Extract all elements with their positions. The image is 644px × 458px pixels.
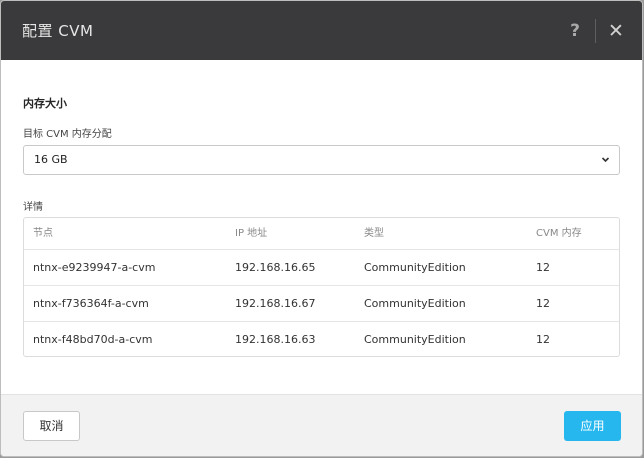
memory-size-select[interactable]: 16 GB: [23, 145, 620, 175]
table-row: ntnx-f48bd70d-a-cvm 192.168.16.63 Commun…: [24, 322, 619, 358]
dialog-header: 配置 CVM ? ✕: [1, 1, 642, 60]
cancel-button[interactable]: 取消: [23, 411, 80, 441]
node-name-cell: ntnx-e9239947-a-cvm: [33, 261, 156, 274]
table-row: ntnx-e9239947-a-cvm 192.168.16.65 Commun…: [24, 250, 619, 286]
target-memory-label: 目标 CVM 内存分配: [23, 129, 112, 140]
type-cell: CommunityEdition: [364, 297, 466, 310]
table-header-row: 节点 IP 地址 类型 CVM 内存: [24, 218, 619, 250]
apply-button[interactable]: 应用: [564, 411, 621, 441]
column-header-cvm-memory: CVM 内存: [536, 228, 582, 239]
table-row: ntnx-f736364f-a-cvm 192.168.16.67 Commun…: [24, 286, 619, 322]
memory-section-title: 内存大小: [23, 97, 67, 110]
type-cell: CommunityEdition: [364, 261, 466, 274]
dialog-title: 配置 CVM: [22, 22, 94, 40]
cvm-memory-cell: 12: [536, 297, 550, 310]
ip-address-cell: 192.168.16.67: [235, 297, 316, 310]
column-header-node: 节点: [33, 228, 53, 239]
header-divider: [595, 19, 596, 43]
configure-cvm-dialog: 配置 CVM ? ✕ 内存大小 目标 CVM 内存分配 16 GB 详情 节点 …: [0, 0, 643, 457]
ip-address-cell: 192.168.16.65: [235, 261, 316, 274]
column-header-type: 类型: [364, 228, 384, 239]
details-table: 节点 IP 地址 类型 CVM 内存 ntnx-e9239947-a-cvm 1…: [23, 217, 620, 357]
ip-address-cell: 192.168.16.63: [235, 333, 316, 346]
chevron-down-icon: [601, 146, 610, 186]
memory-size-value: 16 GB: [34, 153, 68, 166]
close-icon[interactable]: ✕: [605, 18, 627, 44]
dialog-footer: 取消 应用: [1, 394, 642, 456]
details-label: 详情: [23, 202, 43, 213]
help-icon[interactable]: ?: [564, 18, 586, 44]
node-name-cell: ntnx-f48bd70d-a-cvm: [33, 333, 153, 346]
type-cell: CommunityEdition: [364, 333, 466, 346]
cvm-memory-cell: 12: [536, 333, 550, 346]
column-header-ip: IP 地址: [235, 228, 268, 239]
node-name-cell: ntnx-f736364f-a-cvm: [33, 297, 149, 310]
cvm-memory-cell: 12: [536, 261, 550, 274]
